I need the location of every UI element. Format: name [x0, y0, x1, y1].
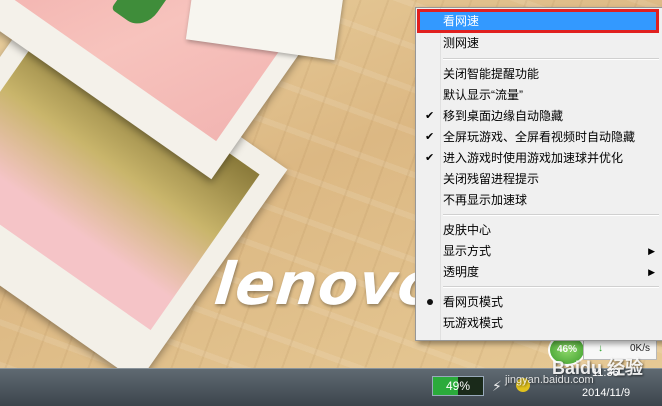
menu-separator	[443, 214, 659, 216]
checkmark-icon: ✔	[425, 110, 435, 122]
checkmark-icon: ✔	[425, 152, 435, 164]
menu-item-label: 不再显示加速球	[443, 193, 528, 207]
radio-dot-icon	[427, 299, 433, 305]
battery-percent: 49%	[445, 379, 471, 393]
menu-separator	[443, 58, 659, 60]
menu-item-label: 显示方式	[443, 244, 492, 258]
menu-item[interactable]: 测网速	[419, 33, 659, 54]
menu-item-label: 关闭残留进程提示	[443, 172, 540, 186]
menu-item-label: 透明度	[443, 265, 480, 279]
menu-item[interactable]: 看网页模式	[419, 292, 659, 313]
menu-item[interactable]: 玩游戏模式	[419, 313, 659, 334]
menu-item-label: 移到桌面边缘自动隐藏	[443, 109, 564, 123]
menu-item[interactable]: 皮肤中心	[419, 220, 659, 241]
highlight-annotation-box	[417, 9, 659, 33]
menu-item[interactable]: ✔ 全屏玩游戏、全屏看视频时自动隐藏	[419, 127, 659, 148]
menu-item-label: 玩游戏模式	[443, 316, 504, 330]
menu-item[interactable]: 关闭残留进程提示	[419, 169, 659, 190]
menu-item[interactable]: 显示方式 ▶	[419, 241, 659, 262]
menu-item[interactable]: 透明度 ▶	[419, 262, 659, 283]
menu-item[interactable]: 默认显示“流量”	[419, 85, 659, 106]
battery-indicator[interactable]: 49%	[432, 376, 484, 396]
submenu-arrow-icon: ▶	[648, 246, 655, 256]
lenovo-logo: lenovo	[211, 250, 443, 318]
menu-item-label: 全屏玩游戏、全屏看视频时自动隐藏	[443, 130, 636, 144]
menu-item[interactable]: 关闭智能提醒功能	[419, 64, 659, 85]
power-plug-icon[interactable]: ⚡	[492, 378, 502, 395]
menu-item-label: 皮肤中心	[443, 223, 492, 237]
menu-item[interactable]: ✔ 移到桌面边缘自动隐藏	[419, 106, 659, 127]
menu-item-label: 关闭智能提醒功能	[443, 67, 540, 81]
menu-separator	[443, 286, 659, 288]
menu-item-label: 测网速	[443, 36, 480, 50]
menu-item-label: 进入游戏时使用游戏加速球并优化	[443, 151, 624, 165]
clock-time[interactable]: 11:36	[592, 367, 619, 379]
checkmark-icon: ✔	[425, 131, 435, 143]
menu-item[interactable]: ✔ 进入游戏时使用游戏加速球并优化	[419, 148, 659, 169]
menu-item-label: 默认显示“流量”	[443, 88, 523, 102]
menu-item-label: 看网页模式	[443, 295, 504, 309]
context-menu: 看网速 测网速 关闭智能提醒功能 默认显示“流量” ✔ 移到桌面边缘自动隐藏 ✔ 全屏玩游戏、…	[415, 7, 662, 341]
submenu-arrow-icon: ▶	[648, 267, 655, 277]
clock-date[interactable]: 2014/11/9	[582, 387, 630, 399]
menu-item[interactable]: 不再显示加速球	[419, 190, 659, 211]
